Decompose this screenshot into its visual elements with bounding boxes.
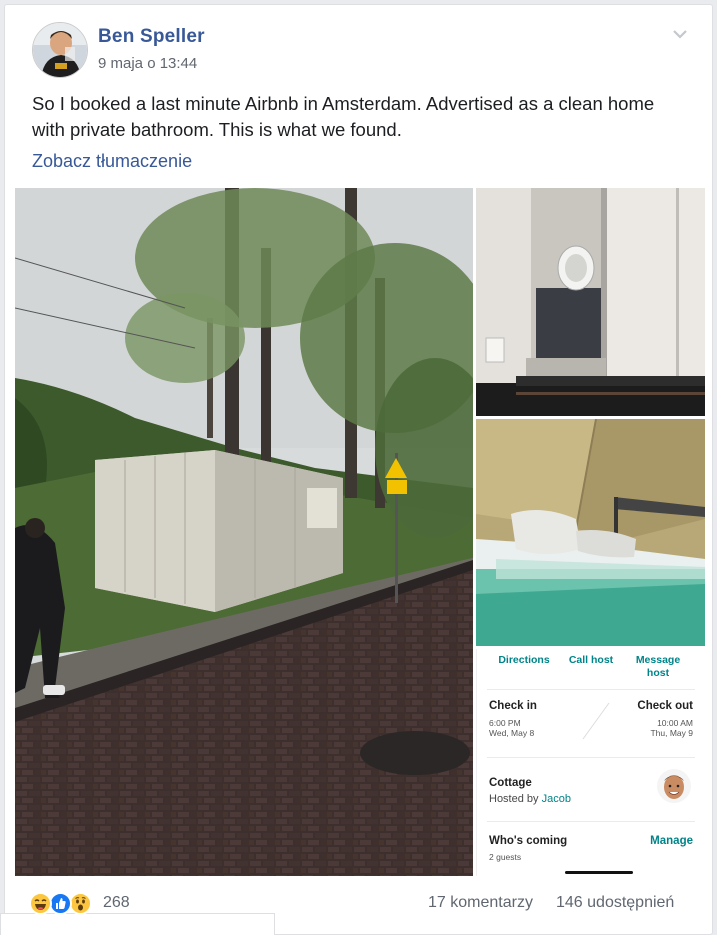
host-name: Jacob bbox=[541, 793, 571, 805]
app-divider bbox=[487, 757, 695, 758]
chevron-down-icon[interactable] bbox=[669, 23, 691, 45]
date-separator-line bbox=[582, 702, 610, 740]
see-translation-link[interactable]: Zobacz tłumaczenie bbox=[32, 151, 192, 172]
photo-container-toilet[interactable] bbox=[476, 188, 705, 416]
container-street-image bbox=[15, 188, 473, 876]
guests-count: 2 guests bbox=[489, 852, 522, 862]
bed-image bbox=[476, 419, 705, 646]
whos-coming-label: Who's coming bbox=[489, 835, 568, 847]
wow-icon bbox=[69, 892, 92, 915]
photo-container-app-screenshot[interactable]: Directions Call host Message host Check … bbox=[476, 649, 705, 876]
haha-icon bbox=[29, 892, 52, 915]
post-text: So I booked a last minute Airbnb in Amst… bbox=[32, 93, 655, 140]
app-divider bbox=[487, 821, 695, 822]
listing-type: Cottage bbox=[489, 777, 532, 789]
photo-container-street[interactable] bbox=[15, 188, 473, 876]
photo-container-bed[interactable] bbox=[476, 419, 705, 646]
shares-count[interactable]: 146 udostępnień bbox=[556, 894, 674, 912]
hosted-by-prefix: Hosted by bbox=[489, 793, 539, 805]
check-out-date: Thu, May 9 bbox=[650, 728, 693, 738]
app-divider bbox=[487, 689, 695, 690]
toilet-image bbox=[476, 188, 705, 416]
check-in-date: Wed, May 8 bbox=[489, 728, 535, 738]
like-icon bbox=[49, 892, 72, 915]
check-in-label: Check in bbox=[489, 700, 537, 712]
manage-link: Manage bbox=[650, 835, 693, 847]
author-avatar[interactable] bbox=[32, 22, 88, 78]
directions-action: Directions bbox=[498, 654, 550, 666]
post-timestamp[interactable]: 9 maja o 13:44 bbox=[98, 55, 197, 72]
photo-grid: Directions Call host Message host Check … bbox=[15, 188, 705, 876]
check-out-label: Check out bbox=[637, 700, 693, 712]
post-card: Ben Speller 9 maja o 13:44 So I booked a… bbox=[4, 4, 713, 935]
hosted-by: Hosted by Jacob bbox=[489, 793, 571, 805]
reaction-count[interactable]: 268 bbox=[103, 894, 130, 912]
message-host-action: Message host bbox=[635, 654, 681, 679]
author-name[interactable]: Ben Speller bbox=[98, 26, 205, 48]
comments-count[interactable]: 17 komentarzy bbox=[428, 894, 533, 912]
home-indicator bbox=[565, 871, 633, 874]
host-avatar bbox=[657, 769, 691, 803]
call-host-action: Call host bbox=[568, 654, 614, 666]
